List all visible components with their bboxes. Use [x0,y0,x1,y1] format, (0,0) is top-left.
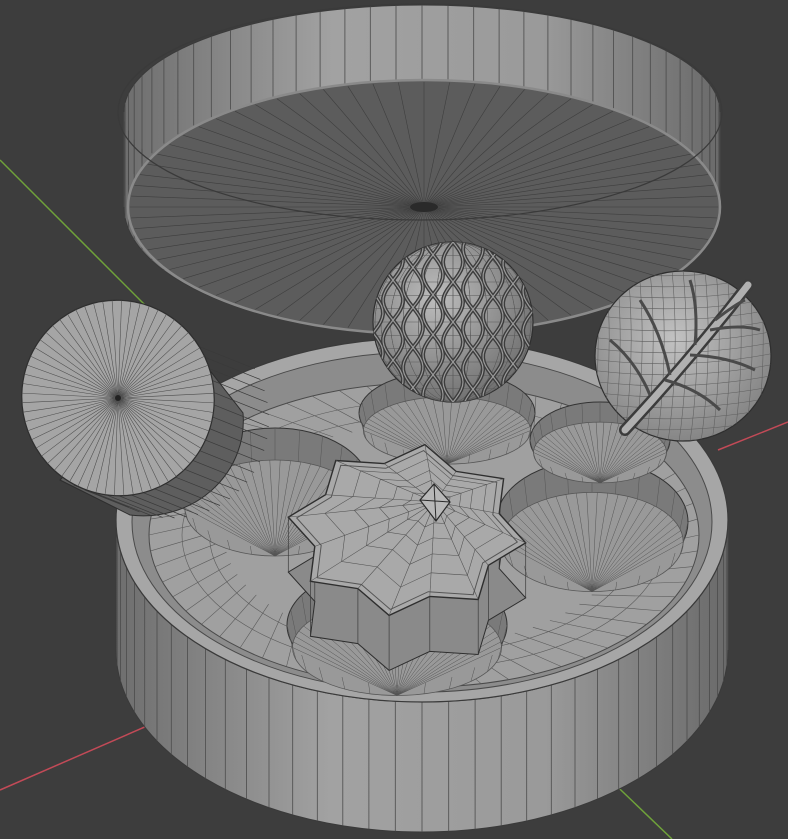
scene-canvas[interactable] [0,0,788,839]
blender-3d-viewport[interactable] [0,0,788,839]
